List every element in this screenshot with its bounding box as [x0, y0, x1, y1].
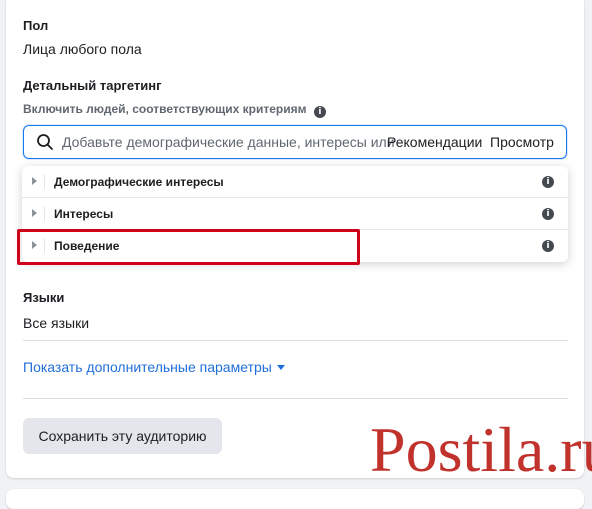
search-icon [37, 134, 53, 150]
category-label: Интересы [54, 207, 114, 221]
watermark-text: Postila.ru [370, 414, 592, 485]
category-row-demographics[interactable]: Демографические интересы i [22, 166, 568, 198]
more-options-link[interactable]: Показать дополнительные параметры [23, 359, 285, 377]
highlight-box [17, 229, 360, 265]
gender-label: Пол [23, 18, 49, 33]
targeting-sublabel: Включить людей, соответствующих критерия… [23, 102, 307, 116]
languages-label: Языки [23, 290, 65, 305]
expand-arrow-icon[interactable] [32, 209, 37, 217]
tab-recommendations[interactable]: Рекомендации [387, 134, 482, 150]
category-label: Демографические интересы [54, 175, 224, 189]
tab-browse[interactable]: Просмотр [490, 134, 554, 150]
row-divider [44, 174, 45, 189]
info-icon[interactable]: i [542, 176, 554, 188]
gender-value[interactable]: Лица любого пола [23, 41, 142, 57]
targeting-sublabel-row: Включить людей, соответствующих критерия… [23, 100, 326, 118]
section-divider [23, 398, 568, 399]
targeting-search-box[interactable]: Рекомендации Просмотр [23, 125, 567, 159]
languages-value[interactable]: Все языки [23, 315, 89, 331]
caret-down-icon [276, 365, 285, 370]
more-options-label: Показать дополнительные параметры [23, 359, 272, 375]
next-card [6, 489, 584, 509]
info-icon[interactable]: i [542, 208, 554, 220]
section-divider [23, 340, 568, 341]
targeting-search-input[interactable] [62, 126, 402, 158]
row-divider [44, 206, 45, 221]
save-audience-button[interactable]: Сохранить эту аудиторию [23, 418, 222, 454]
category-row-interests[interactable]: Интересы i [22, 198, 568, 230]
info-icon[interactable]: i [313, 106, 326, 118]
expand-arrow-icon[interactable] [32, 177, 37, 185]
targeting-label: Детальный таргетинг [23, 78, 162, 93]
info-icon[interactable]: i [542, 240, 554, 252]
